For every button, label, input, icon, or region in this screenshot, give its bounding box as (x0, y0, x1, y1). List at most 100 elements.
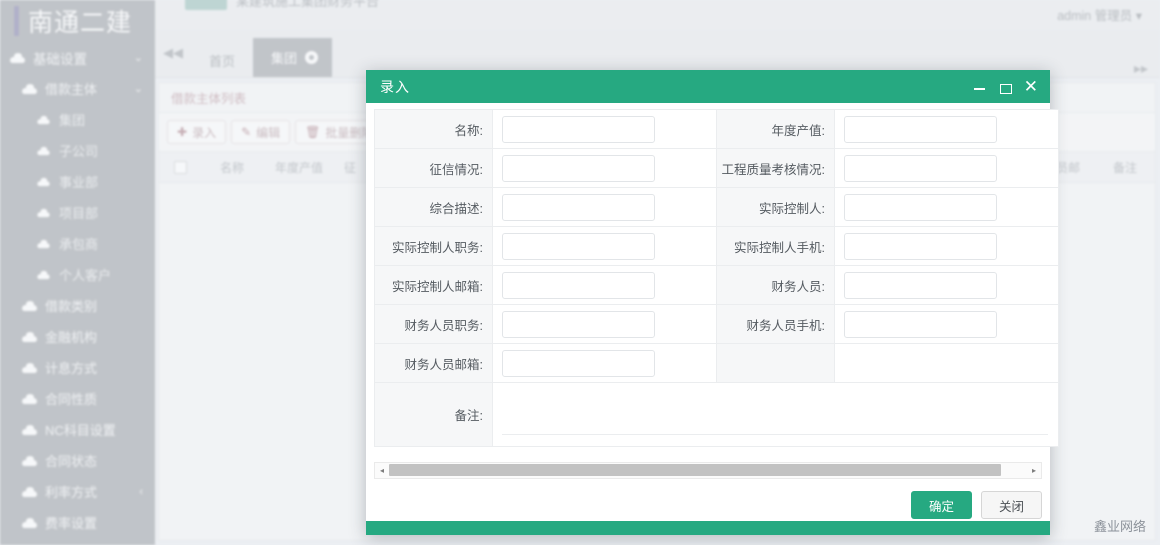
select-all-checkbox[interactable] (173, 160, 187, 174)
cloud-icon (10, 52, 25, 63)
form-row: 征信情况: 工程质量考核情况: (374, 148, 1059, 188)
tab-0[interactable]: 首页 (191, 43, 253, 77)
sidebar-item-0[interactable]: 基础设置 ⌄ (0, 42, 155, 73)
table-header-cell-3[interactable]: 征 (335, 159, 365, 176)
input-right-3[interactable] (844, 232, 997, 260)
form-label-left: 征信情况: (374, 148, 493, 188)
input-left-0[interactable] (502, 115, 655, 143)
form-field-cell-right (834, 109, 1059, 149)
form-label-left: 名称: (374, 109, 493, 149)
form-label-left: 财务人员邮箱: (374, 343, 493, 383)
toolbar-icon: ✎ (241, 125, 252, 139)
form-row: 实际控制人邮箱: 财务人员: (374, 265, 1059, 305)
table-header-cell-2[interactable]: 年度产值 (263, 159, 335, 176)
close-icon[interactable]: ✕ (1024, 78, 1038, 95)
toolbar-button-1[interactable]: ✎ 编辑 (231, 120, 291, 144)
toolbar-button-0[interactable]: ✚ 录入 (167, 120, 227, 144)
scroll-left-icon[interactable]: ◂ (375, 463, 389, 478)
table-header-cell-1[interactable]: 名称 (201, 159, 263, 176)
sidebar-item-14[interactable]: 利率方式 ‹ (0, 476, 155, 507)
sidebar-item-12[interactable]: NC科目设置 (0, 414, 155, 445)
sidebar-item-5[interactable]: 项目部 (0, 197, 155, 228)
modal-title-bar[interactable]: 录入 ✕ (366, 70, 1050, 103)
sidebar-item-11[interactable]: 合同性质 (0, 383, 155, 414)
close-button[interactable]: 关闭 (980, 491, 1042, 519)
modal-footer: 确定 关闭 (374, 489, 1042, 521)
input-right-2[interactable] (844, 193, 997, 221)
tab-close-icon[interactable] (305, 51, 319, 64)
user-menu[interactable]: admin 管理员 ▾ (1057, 5, 1142, 24)
sidebar-item-label: 承包商 (59, 237, 99, 252)
form-field-cell-right (834, 265, 1059, 305)
modal-bottom-bar (366, 521, 1050, 535)
scroll-right-icon[interactable]: ▸ (1027, 463, 1041, 478)
form-label-right: 财务人员: (716, 265, 835, 305)
cloud-icon (37, 177, 50, 186)
table-header-cell-0[interactable] (159, 160, 201, 174)
sidebar-item-label: 利率方式 (45, 485, 98, 500)
sidebar-item-10[interactable]: 计息方式 (0, 352, 155, 383)
sidebar-item-label: 金融机构 (45, 330, 98, 345)
input-left-3[interactable] (502, 232, 655, 260)
sidebar-item-label: 合同性质 (45, 392, 98, 407)
sidebar-item-2[interactable]: 集团 (0, 104, 155, 135)
chevron-icon[interactable]: ⌄ (134, 82, 143, 95)
form-label-left: 实际控制人邮箱: (374, 265, 493, 305)
confirm-button[interactable]: 确定 (910, 491, 972, 519)
logo-text: 南通二建 (28, 8, 133, 37)
input-left-2[interactable] (502, 193, 655, 221)
scrollbar-thumb[interactable] (389, 464, 1002, 476)
toolbar-button-label: 编辑 (256, 125, 281, 140)
sidebar-item-9[interactable]: 金融机构 (0, 321, 155, 352)
collapse-tabs-icon[interactable]: ◀◀ (155, 29, 191, 77)
input-right-4[interactable] (844, 271, 997, 299)
form-label-right: 年度产值: (716, 109, 835, 149)
table-header-label: 备注 (1112, 160, 1137, 175)
modal-title: 录入 (380, 78, 410, 95)
scrollbar-track[interactable] (389, 463, 1027, 478)
form-row-note: 备注: (374, 382, 1059, 447)
input-left-6[interactable] (502, 349, 655, 377)
input-left-4[interactable] (502, 271, 655, 299)
tabs-scroll-right-icon[interactable]: ▸▸ (1134, 60, 1148, 77)
input-left-5[interactable] (502, 310, 655, 338)
tab-label: 集团 (271, 51, 298, 66)
sidebar: 南通二建 基础设置 ⌄ 借款主体 ⌄ 集团子公司事业部项目部承包商个人客户借款类别金融机… (0, 0, 155, 545)
sidebar-item-3[interactable]: 子公司 (0, 135, 155, 166)
maximize-icon[interactable] (999, 81, 1012, 94)
topbar: 某建筑施工集团财务平台 admin 管理员 ▾ (155, 0, 1160, 30)
table-header-label: 名称 (219, 160, 244, 175)
sidebar-item-label: 项目部 (59, 206, 99, 221)
form-row: 实际控制人职务: 实际控制人手机: (374, 226, 1059, 266)
sidebar-item-7[interactable]: 个人客户 (0, 259, 155, 290)
tab-1[interactable]: 集团 (253, 38, 333, 77)
sidebar-item-label: 借款类别 (45, 299, 98, 314)
form-row: 财务人员职务: 财务人员手机: (374, 304, 1059, 344)
sidebar-item-8[interactable]: 借款类别 (0, 290, 155, 321)
form-label-left: 实际控制人职务: (374, 226, 493, 266)
form-field-cell-right (834, 343, 1059, 383)
input-right-5[interactable] (844, 310, 997, 338)
input-right-1[interactable] (844, 154, 997, 182)
chevron-icon[interactable]: ⌄ (134, 51, 143, 64)
sidebar-item-13[interactable]: 合同状态 (0, 445, 155, 476)
chevron-icon[interactable]: ‹ (139, 486, 143, 498)
input-right-0[interactable] (844, 115, 997, 143)
tab-label: 首页 (209, 53, 236, 69)
sidebar-nav-list: 基础设置 ⌄ 借款主体 ⌄ 集团子公司事业部项目部承包商个人客户借款类别金融机构计息方式… (0, 42, 155, 538)
table-header-cell-5[interactable]: 备注 (1095, 159, 1155, 176)
toolbar-icon: ✚ (177, 125, 188, 139)
sidebar-item-1[interactable]: 借款主体 ⌄ (0, 73, 155, 104)
sidebar-item-6[interactable]: 承包商 (0, 228, 155, 259)
form-field-cell-left (492, 343, 717, 383)
app-logo: 南通二建 (0, 0, 155, 42)
note-textarea[interactable] (502, 389, 1048, 435)
horizontal-scrollbar[interactable]: ◂ ▸ (374, 462, 1042, 479)
sidebar-item-label: 子公司 (59, 144, 99, 159)
minimize-icon[interactable] (973, 81, 986, 93)
sidebar-item-4[interactable]: 事业部 (0, 166, 155, 197)
sidebar-item-15[interactable]: 费率设置 (0, 507, 155, 538)
input-left-1[interactable] (502, 154, 655, 182)
entry-form-table: 名称: 年度产值: 征信情况: 工程质量考核情况: 综合描述: 实际控制人: 实际控制人职务… (374, 109, 1059, 447)
watermark: 鑫业网络 (1093, 519, 1146, 534)
